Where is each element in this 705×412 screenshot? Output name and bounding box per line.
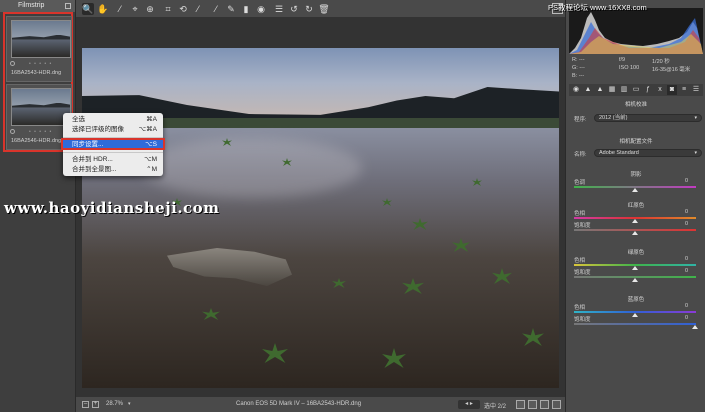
tab-camera-calibration[interactable]: ◙: [667, 85, 677, 95]
thumbnail-filename: 16BA2546-HDR.dng: [11, 138, 62, 144]
menu-item-merge-panorama[interactable]: 合并到全景图... ⌃M: [63, 165, 163, 175]
graduated-filter-icon[interactable]: ◉: [255, 3, 267, 15]
menu-separator: [63, 152, 163, 153]
aperture: f/9: [619, 57, 626, 63]
image-caption: Canon EOS 5D Mark IV – 16BA2543-HDR.dng: [236, 401, 362, 407]
g-readout: G: ---: [572, 65, 585, 71]
r-readout: R: ---: [572, 57, 585, 63]
edited-badge-icon: [10, 61, 15, 66]
menu-item-merge-hdr[interactable]: 合并到 HDR... ⌥M: [63, 155, 163, 165]
transform-tool-icon[interactable]: ⁄: [192, 3, 204, 15]
status-bar: – + 28.7% ▾ Canon EOS 5D Mark IV – 16BA2…: [76, 396, 565, 412]
lens: 16-35@16 毫米: [652, 67, 691, 73]
zoom-out-icon[interactable]: –: [82, 401, 89, 408]
thumbnail-filename: 16BA2543-HDR.dng: [11, 70, 62, 76]
tab-snapshots[interactable]: ☰: [691, 85, 701, 95]
adjustment-brush-icon[interactable]: ▮: [240, 3, 252, 15]
process-label: 程序:: [574, 117, 587, 123]
b-readout: B: ---: [572, 73, 585, 79]
tab-detail[interactable]: ▲: [595, 85, 605, 95]
filmstrip-item[interactable]: • • • • • 16BA2543-HDR.dng: [6, 16, 72, 82]
rotate-left-icon[interactable]: ↻: [303, 3, 315, 15]
preview-photo: [82, 48, 559, 388]
panel-tabs: ◉ ▲ ▲ ▦ ▥ ▭ ƒ x ◙ ≡ ☰: [569, 84, 703, 96]
camera-raw-window: Filmstrip • • • • • 16BA2543-HDR.dng • •…: [0, 0, 705, 412]
tab-lens[interactable]: ▭: [631, 85, 641, 95]
tab-presets[interactable]: ≡: [679, 85, 689, 95]
tab-effects[interactable]: ƒ: [643, 85, 653, 95]
tab-transform[interactable]: x: [655, 85, 665, 95]
annotation-highlight-frame: [61, 138, 165, 150]
zoom-level[interactable]: 28.7%: [106, 401, 123, 407]
image-navigation[interactable]: ◂ ▸: [458, 400, 480, 409]
red-primary-title: 红原色: [627, 203, 645, 209]
process-select[interactable]: 2012 (当前) ▾: [594, 114, 702, 122]
tab-split-toning[interactable]: ▥: [619, 85, 629, 95]
tab-basic[interactable]: ◉: [571, 85, 581, 95]
tool-bar: 🔍 ✋ ⁄ ⌖ ⊕ ⌗ ⟲ ⁄ ⁄ ✎ ▮ ◉ ☰ ↺ ↻ 🗑: [76, 0, 565, 18]
filmstrip-title: Filmstrip: [18, 2, 45, 9]
straighten-tool-icon[interactable]: ⟲: [177, 3, 189, 15]
radial-filter-icon[interactable]: ☰: [273, 3, 285, 15]
shutter-speed: 1/20 秒: [652, 59, 670, 65]
color-sampler-tool-icon[interactable]: ⌖: [129, 3, 141, 15]
histogram: [569, 8, 703, 54]
zoom-dropdown-icon[interactable]: ▾: [128, 401, 131, 407]
watermark-text: www.haoyidiansheji.com: [4, 199, 220, 217]
thumbnail-image: [11, 20, 71, 58]
tab-tone-curve[interactable]: ▲: [583, 85, 593, 95]
corner-watermark: PS教程论坛 www.16XX8.com: [548, 3, 647, 12]
name-label: 名称:: [574, 152, 587, 158]
edited-badge-icon: [10, 129, 15, 134]
thumbnail-image: [11, 88, 71, 126]
rating-stars[interactable]: • • • • •: [29, 61, 52, 67]
menu-item-select-all[interactable]: 全选 ⌘A: [63, 115, 163, 125]
rating-stars[interactable]: • • • • •: [29, 129, 52, 135]
trash-icon[interactable]: 🗑: [318, 3, 330, 15]
spot-removal-tool-icon[interactable]: ⁄: [210, 3, 222, 15]
red-eye-tool-icon[interactable]: ✎: [225, 3, 237, 15]
swap-settings-icon[interactable]: [528, 400, 537, 409]
view-before-after-icon[interactable]: [516, 400, 525, 409]
adjustment-panel: R: --- f/9 1/20 秒 G: --- ISO 100 16-35@1…: [565, 0, 705, 412]
tab-hsl[interactable]: ▦: [607, 85, 617, 95]
camera-info: R: --- f/9 1/20 秒 G: --- ISO 100 16-35@1…: [572, 57, 702, 81]
menu-item-select-rated[interactable]: 选择已评级的图像 ⌥⌘A: [63, 125, 163, 135]
green-primary-title: 绿原色: [627, 250, 645, 256]
blue-primary-title: 蓝原色: [627, 297, 645, 303]
profile-title: 相机配置文件: [619, 139, 653, 145]
filmstrip-menu-icon[interactable]: [65, 3, 71, 9]
profile-select[interactable]: Adobe Standard ▾: [594, 149, 702, 157]
shadows-title: 阴影: [630, 172, 642, 178]
crop-tool-icon[interactable]: ⌗: [162, 3, 174, 15]
zoom-tool-icon[interactable]: 🔍: [82, 3, 94, 15]
targeted-adjustment-tool-icon[interactable]: ⊕: [144, 3, 156, 15]
filmstrip-header: Filmstrip: [0, 0, 75, 12]
selection-count: 选中 2/2: [484, 404, 507, 410]
section-title: 相机校准: [624, 102, 647, 108]
hand-tool-icon[interactable]: ✋: [97, 3, 109, 15]
white-balance-tool-icon[interactable]: ⁄: [114, 3, 126, 15]
toggle-settings-icon[interactable]: [552, 400, 561, 409]
iso: ISO 100: [619, 65, 640, 71]
copy-settings-icon[interactable]: [540, 400, 549, 409]
zoom-in-icon[interactable]: +: [92, 401, 99, 408]
preferences-icon[interactable]: ↺: [288, 3, 300, 15]
